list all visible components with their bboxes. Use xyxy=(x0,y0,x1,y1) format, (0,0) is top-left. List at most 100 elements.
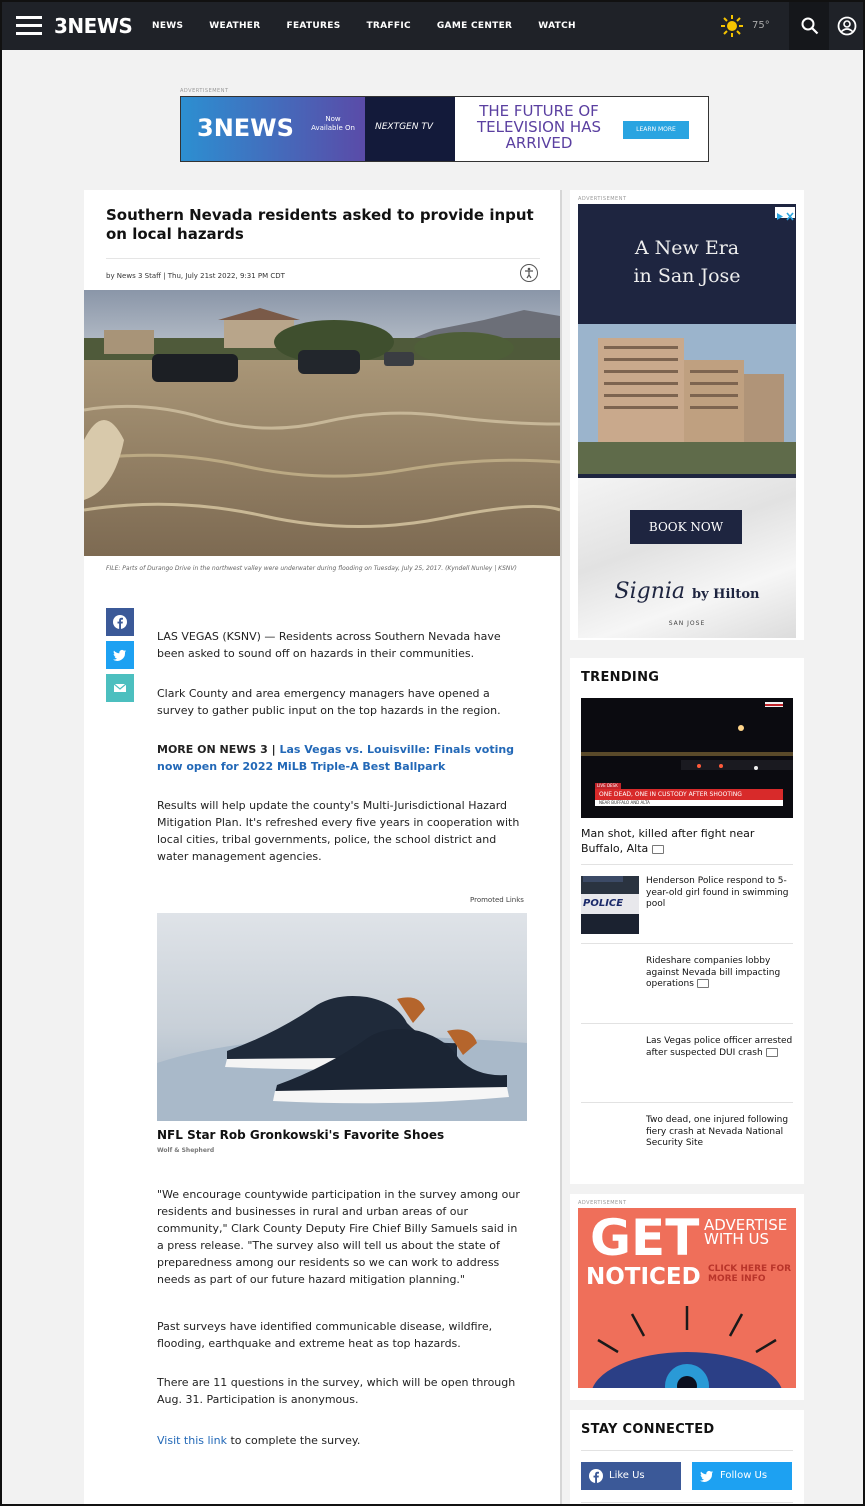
ad-tv-panel: NEXTGEN TV xyxy=(365,97,455,161)
photo-caption: FILE: Parts of Durango Drive in the nort… xyxy=(106,565,517,572)
facebook-icon xyxy=(113,615,127,629)
hamburger-menu-icon[interactable] xyxy=(16,16,42,36)
ad-get-text: GET xyxy=(590,1209,700,1267)
article-paragraph: Results will help update the county's Mu… xyxy=(157,799,520,863)
ad-choices-icon[interactable] xyxy=(775,207,795,221)
promoted-shoe-image[interactable] xyxy=(157,913,527,1121)
site-logo[interactable]: 3NEWS xyxy=(54,14,133,38)
ad-headline: A New Era in San Jose xyxy=(578,234,796,290)
ad-headline-line1: A New Era xyxy=(634,237,740,259)
nav-item-news[interactable]: NEWS xyxy=(152,21,183,31)
email-icon xyxy=(113,683,127,692)
lower-third-headline: ONE DEAD, ONE IN CUSTODY AFTER SHOOTING xyxy=(595,789,783,800)
trending-item-label: Rideshare companies lobby against Nevada… xyxy=(646,956,781,989)
main-menu: NEWS WEATHER FEATURES TRAFFIC GAME CENTE… xyxy=(152,2,602,50)
divider xyxy=(581,1102,793,1103)
video-icon xyxy=(765,1047,778,1057)
ad-noticed-text: NOTICED xyxy=(586,1264,701,1290)
click-for-info[interactable]: CLICK HERE FOR MORE INFO xyxy=(708,1264,794,1284)
hotel-building-image xyxy=(578,324,796,474)
twitter-icon xyxy=(113,649,126,661)
nav-item-features[interactable]: FEATURES xyxy=(287,21,341,31)
article-byline: by News 3 Staff | Thu, July 21st 2022, 9… xyxy=(106,272,285,280)
promoted-link-title[interactable]: NFL Star Rob Gronkowski's Favorite Shoes xyxy=(157,1128,444,1142)
facebook-like-button[interactable]: Like Us xyxy=(581,1462,681,1490)
trending-lead-image[interactable]: LIVE DESK ONE DEAD, ONE IN CUSTODY AFTER… xyxy=(581,698,793,818)
article-column: Southern Nevada residents asked to provi… xyxy=(84,190,562,1504)
account-button[interactable] xyxy=(832,2,863,50)
temperature: 75° xyxy=(752,20,770,31)
divider xyxy=(581,1450,793,1451)
nav-item-watch[interactable]: WATCH xyxy=(538,21,576,31)
follow-label: Follow Us xyxy=(720,1470,768,1481)
trending-thumb-police: POLICE xyxy=(581,876,639,934)
divider xyxy=(581,864,793,865)
thumb-police-label: POLICE xyxy=(583,898,624,909)
facebook-icon xyxy=(589,1469,603,1483)
share-facebook-button[interactable] xyxy=(106,608,134,636)
nav-item-game-center[interactable]: GAME CENTER xyxy=(437,21,512,31)
search-icon xyxy=(801,17,819,35)
sidebar-ad-get-noticed[interactable]: ADVERTISEMENT GET NOTICED ADVERTISE WITH… xyxy=(570,1194,804,1400)
search-button[interactable] xyxy=(789,2,829,50)
ad-creative[interactable]: A New Era in San Jose BOOK NOW Signia by … xyxy=(578,204,796,638)
article-paragraph: "We encourage countywide participation i… xyxy=(157,1188,520,1286)
promoted-links-label: Promoted Links xyxy=(470,896,524,904)
divider xyxy=(581,1502,793,1503)
article-photo-flooded-street[interactable] xyxy=(84,290,560,556)
learn-more-button[interactable]: LEARN MORE xyxy=(623,121,689,139)
book-now-button[interactable]: BOOK NOW xyxy=(630,510,742,544)
signia-logo: Signia by Hilton xyxy=(578,579,796,604)
weather-widget[interactable]: 75° xyxy=(720,14,780,38)
divider xyxy=(581,943,793,944)
trending-lead-headline[interactable]: Man shot, killed after fight near Buffal… xyxy=(581,826,795,856)
sun-icon xyxy=(721,15,743,37)
stay-connected-widget: STAY CONNECTED Like Us Follow Us xyxy=(570,1410,804,1504)
twitter-follow-button[interactable]: Follow Us xyxy=(692,1462,792,1490)
signia-brand: Signia xyxy=(614,579,686,604)
share-email-button[interactable] xyxy=(106,674,134,702)
more-label: MORE ON NEWS 3 | xyxy=(157,743,280,756)
ad-label: ADVERTISEMENT xyxy=(180,88,229,94)
article-paragraph: Clark County and area emergency managers… xyxy=(157,687,501,717)
ad-location: SAN JOSE xyxy=(668,620,706,627)
article-headline: Southern Nevada residents asked to provi… xyxy=(106,206,534,243)
ad-brand: NEXTGEN TV xyxy=(375,122,433,132)
banner-ad-creative[interactable]: 3NEWS Now Available On NEXTGEN TV THE FU… xyxy=(180,96,709,162)
ad-logo-panel: 3NEWS Now Available On xyxy=(181,97,365,161)
article-paragraph: Past surveys have identified communicabl… xyxy=(157,1320,493,1350)
article-paragraph: There are 11 questions in the survey, wh… xyxy=(157,1376,516,1406)
nav-item-traffic[interactable]: TRAFFIC xyxy=(366,21,410,31)
divider xyxy=(581,1023,793,1024)
nav-item-weather[interactable]: WEATHER xyxy=(209,21,260,31)
marble-background xyxy=(578,478,796,638)
article-paragraph: LAS VEGAS (KSNV) — Residents across Sout… xyxy=(157,630,501,660)
sidebar-ad-hilton[interactable]: ADVERTISEMENT A New Era in San Jose BOOK … xyxy=(570,190,804,640)
ad-label: ADVERTISEMENT xyxy=(578,196,627,202)
ad-creative[interactable]: GET NOTICED ADVERTISE WITH US CLICK HERE… xyxy=(578,1208,796,1388)
divider xyxy=(106,258,540,259)
survey-link[interactable]: Visit this link xyxy=(157,1434,227,1447)
stay-connected-title: STAY CONNECTED xyxy=(581,1422,715,1437)
trending-item-text: Two dead, one injured following fiery cr… xyxy=(646,1115,789,1148)
page-frame: 3NEWS NEWS WEATHER FEATURES TRAFFIC GAME… xyxy=(0,0,865,1506)
signia-brand-sub: by Hilton xyxy=(692,587,760,602)
trending-lead-text: Man shot, killed after fight near Buffal… xyxy=(581,827,755,855)
video-icon xyxy=(696,979,709,988)
twitter-icon xyxy=(700,1470,713,1482)
top-nav-bar: 3NEWS NEWS WEATHER FEATURES TRAFFIC GAME… xyxy=(2,2,863,50)
eye-icon xyxy=(592,1306,782,1388)
trending-item-text: Las Vegas police officer arrested after … xyxy=(646,1036,794,1059)
ad-headline: THE FUTURE OF TELEVISION HAS ARRIVED xyxy=(477,102,601,152)
accessibility-icon[interactable] xyxy=(520,264,538,282)
trending-item-text: Henderson Police respond to 5-year-old g… xyxy=(646,876,789,909)
trending-widget: TRENDING LIVE DESK ONE DEAD, ONE IN CUST… xyxy=(570,658,804,1184)
trending-title: TRENDING xyxy=(581,670,660,685)
survey-link-suffix: to complete the survey. xyxy=(226,1434,361,1447)
ad-now-available: Now Available On xyxy=(311,115,355,132)
lower-third-subtitle: NEAR BUFFALO AND ALTA xyxy=(595,800,783,806)
share-twitter-button[interactable] xyxy=(106,641,134,669)
ad-headline-line2: in San Jose xyxy=(633,265,741,287)
top-banner-ad[interactable]: ADVERTISEMENT 3NEWS Now Available On NEX… xyxy=(180,88,709,162)
article-paragraph: Visit this link to complete the survey. xyxy=(157,1432,527,1449)
